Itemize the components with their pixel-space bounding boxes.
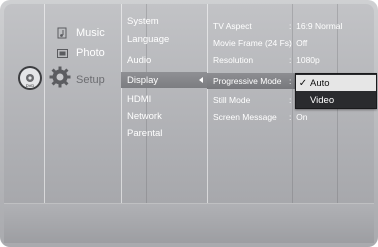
- dropdown-option-label: Auto: [310, 77, 330, 89]
- setting-name-resolution[interactable]: Resolution: [213, 55, 253, 66]
- submenu-arrow-icon: [199, 77, 203, 83]
- main-menu-label-setup: Setup: [76, 74, 105, 86]
- main-menu-item-photo[interactable]: Photo: [55, 44, 105, 62]
- dropdown-option-auto[interactable]: ✓ Auto: [296, 75, 376, 91]
- setting-name-tv-aspect[interactable]: TV Aspect: [213, 21, 252, 32]
- sub-menu-item-system[interactable]: System: [127, 16, 159, 28]
- sub-menu-item-hdmi[interactable]: HDMI: [127, 94, 151, 106]
- setting-value-tv-aspect: : 16:9 Normal: [289, 21, 343, 31]
- setting-name-movie-frame[interactable]: Movie Frame (24 Fs): [213, 38, 292, 49]
- sub-menu-item-network[interactable]: Network: [127, 111, 162, 123]
- gear-icon: [48, 65, 72, 89]
- check-icon: ✓: [298, 77, 308, 89]
- setting-value-screen-message: : On: [289, 112, 308, 122]
- setting-separator-progressive-mode: :: [289, 76, 292, 86]
- dropdown-option-label: Video: [310, 94, 335, 106]
- disc-icon: DVD: [17, 65, 43, 91]
- menu-screen: DVD Music Photo Setup System Language Au…: [0, 0, 378, 247]
- progressive-mode-dropdown[interactable]: ✓ Auto Video: [295, 73, 377, 109]
- sub-menu-item-language[interactable]: Language: [127, 34, 169, 46]
- main-menu-item-setup[interactable]: Setup: [76, 71, 105, 89]
- setting-name-screen-message[interactable]: Screen Message: [213, 112, 277, 123]
- setting-separator-still-mode: :: [289, 95, 292, 105]
- main-menu-item-music[interactable]: Music: [55, 24, 105, 42]
- setting-name-progressive-mode[interactable]: Progressive Mode: [213, 76, 282, 87]
- footer-band: [4, 203, 374, 243]
- main-menu-label-photo: Photo: [76, 47, 105, 59]
- sub-menu-item-display[interactable]: Display: [127, 75, 158, 87]
- photo-icon: [55, 47, 69, 59]
- svg-text:DVD: DVD: [26, 83, 35, 88]
- main-menu-label-music: Music: [76, 27, 105, 39]
- dropdown-option-video[interactable]: Video: [296, 92, 376, 108]
- sub-menu-item-audio[interactable]: Audio: [127, 55, 151, 67]
- sub-menu-item-parental[interactable]: Parental: [127, 128, 162, 140]
- setting-value-resolution: : 1080p: [289, 55, 320, 65]
- setting-name-still-mode[interactable]: Still Mode: [213, 95, 250, 106]
- music-icon: [55, 27, 69, 39]
- setting-value-movie-frame: : Off: [289, 38, 308, 48]
